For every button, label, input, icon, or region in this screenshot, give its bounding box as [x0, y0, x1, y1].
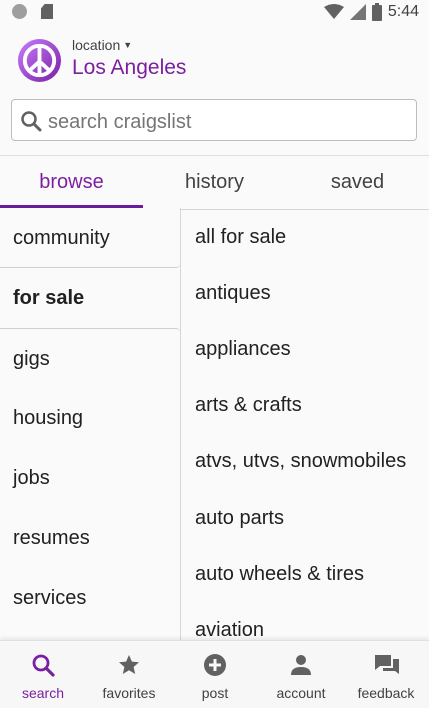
- nav-search-label: search: [21, 685, 65, 701]
- bottom-navigation: search favorites post account feedback: [0, 640, 429, 708]
- nav-favorites-label: favorites: [102, 685, 156, 701]
- nav-favorites[interactable]: favorites: [86, 641, 172, 708]
- peace-logo-icon[interactable]: [17, 38, 62, 83]
- notification-dot-icon: [12, 4, 27, 19]
- category-services[interactable]: services: [0, 568, 180, 628]
- subcategory-item[interactable]: aviation: [195, 602, 264, 640]
- person-icon: [291, 655, 311, 675]
- nav-post-label: post: [201, 685, 229, 701]
- city-name[interactable]: Los Angeles: [72, 56, 186, 80]
- status-bar: 5:44: [0, 0, 429, 26]
- caret-down-icon: ▼: [123, 40, 133, 50]
- category-list: community for sale gigs housing jobs res…: [0, 208, 181, 640]
- subcategory-list: all for sale antiques appliances arts & …: [181, 208, 429, 640]
- subcategory-item[interactable]: all for sale: [195, 209, 286, 265]
- location-label: location: [72, 37, 121, 53]
- battery-icon: [371, 3, 382, 21]
- category-jobs[interactable]: jobs: [0, 448, 180, 508]
- wifi-icon: [323, 4, 344, 19]
- tab-history[interactable]: history: [143, 156, 286, 209]
- signal-icon: [349, 4, 366, 20]
- status-time: 5:44: [387, 3, 419, 20]
- search-input[interactable]: search craigslist: [11, 99, 417, 141]
- star-icon: [119, 655, 139, 674]
- nav-feedback-label: feedback: [357, 685, 415, 701]
- app-header: location ▼ Los Angeles: [0, 26, 429, 96]
- subcategory-item[interactable]: arts & crafts: [195, 377, 302, 433]
- tab-saved[interactable]: saved: [286, 156, 429, 209]
- sd-card-icon: [41, 4, 53, 19]
- category-gigs[interactable]: gigs: [0, 328, 180, 388]
- nav-search[interactable]: search: [0, 641, 86, 708]
- search-icon: [32, 654, 55, 677]
- plus-circle-icon: [204, 654, 226, 676]
- nav-post[interactable]: post: [172, 641, 258, 708]
- subcategory-item[interactable]: antiques: [195, 265, 271, 321]
- search-icon: [21, 111, 42, 132]
- category-community[interactable]: community: [0, 208, 180, 268]
- tab-bar: browse history saved: [0, 155, 429, 210]
- tab-browse[interactable]: browse: [0, 156, 143, 209]
- search-placeholder: search craigslist: [48, 111, 192, 133]
- nav-account-label: account: [276, 685, 326, 701]
- category-for-sale[interactable]: for sale: [0, 268, 180, 328]
- chat-icon: [375, 655, 399, 674]
- category-resumes[interactable]: resumes: [0, 508, 180, 568]
- subcategory-item[interactable]: auto parts: [195, 490, 284, 546]
- subcategory-item[interactable]: atvs, utvs, snowmobiles: [195, 433, 406, 489]
- category-housing[interactable]: housing: [0, 388, 180, 448]
- subcategory-item[interactable]: auto wheels & tires: [195, 546, 364, 602]
- nav-feedback[interactable]: feedback: [343, 641, 429, 708]
- nav-account[interactable]: account: [258, 641, 344, 708]
- location-selector[interactable]: location ▼: [72, 37, 132, 53]
- subcategory-item[interactable]: appliances: [195, 321, 291, 377]
